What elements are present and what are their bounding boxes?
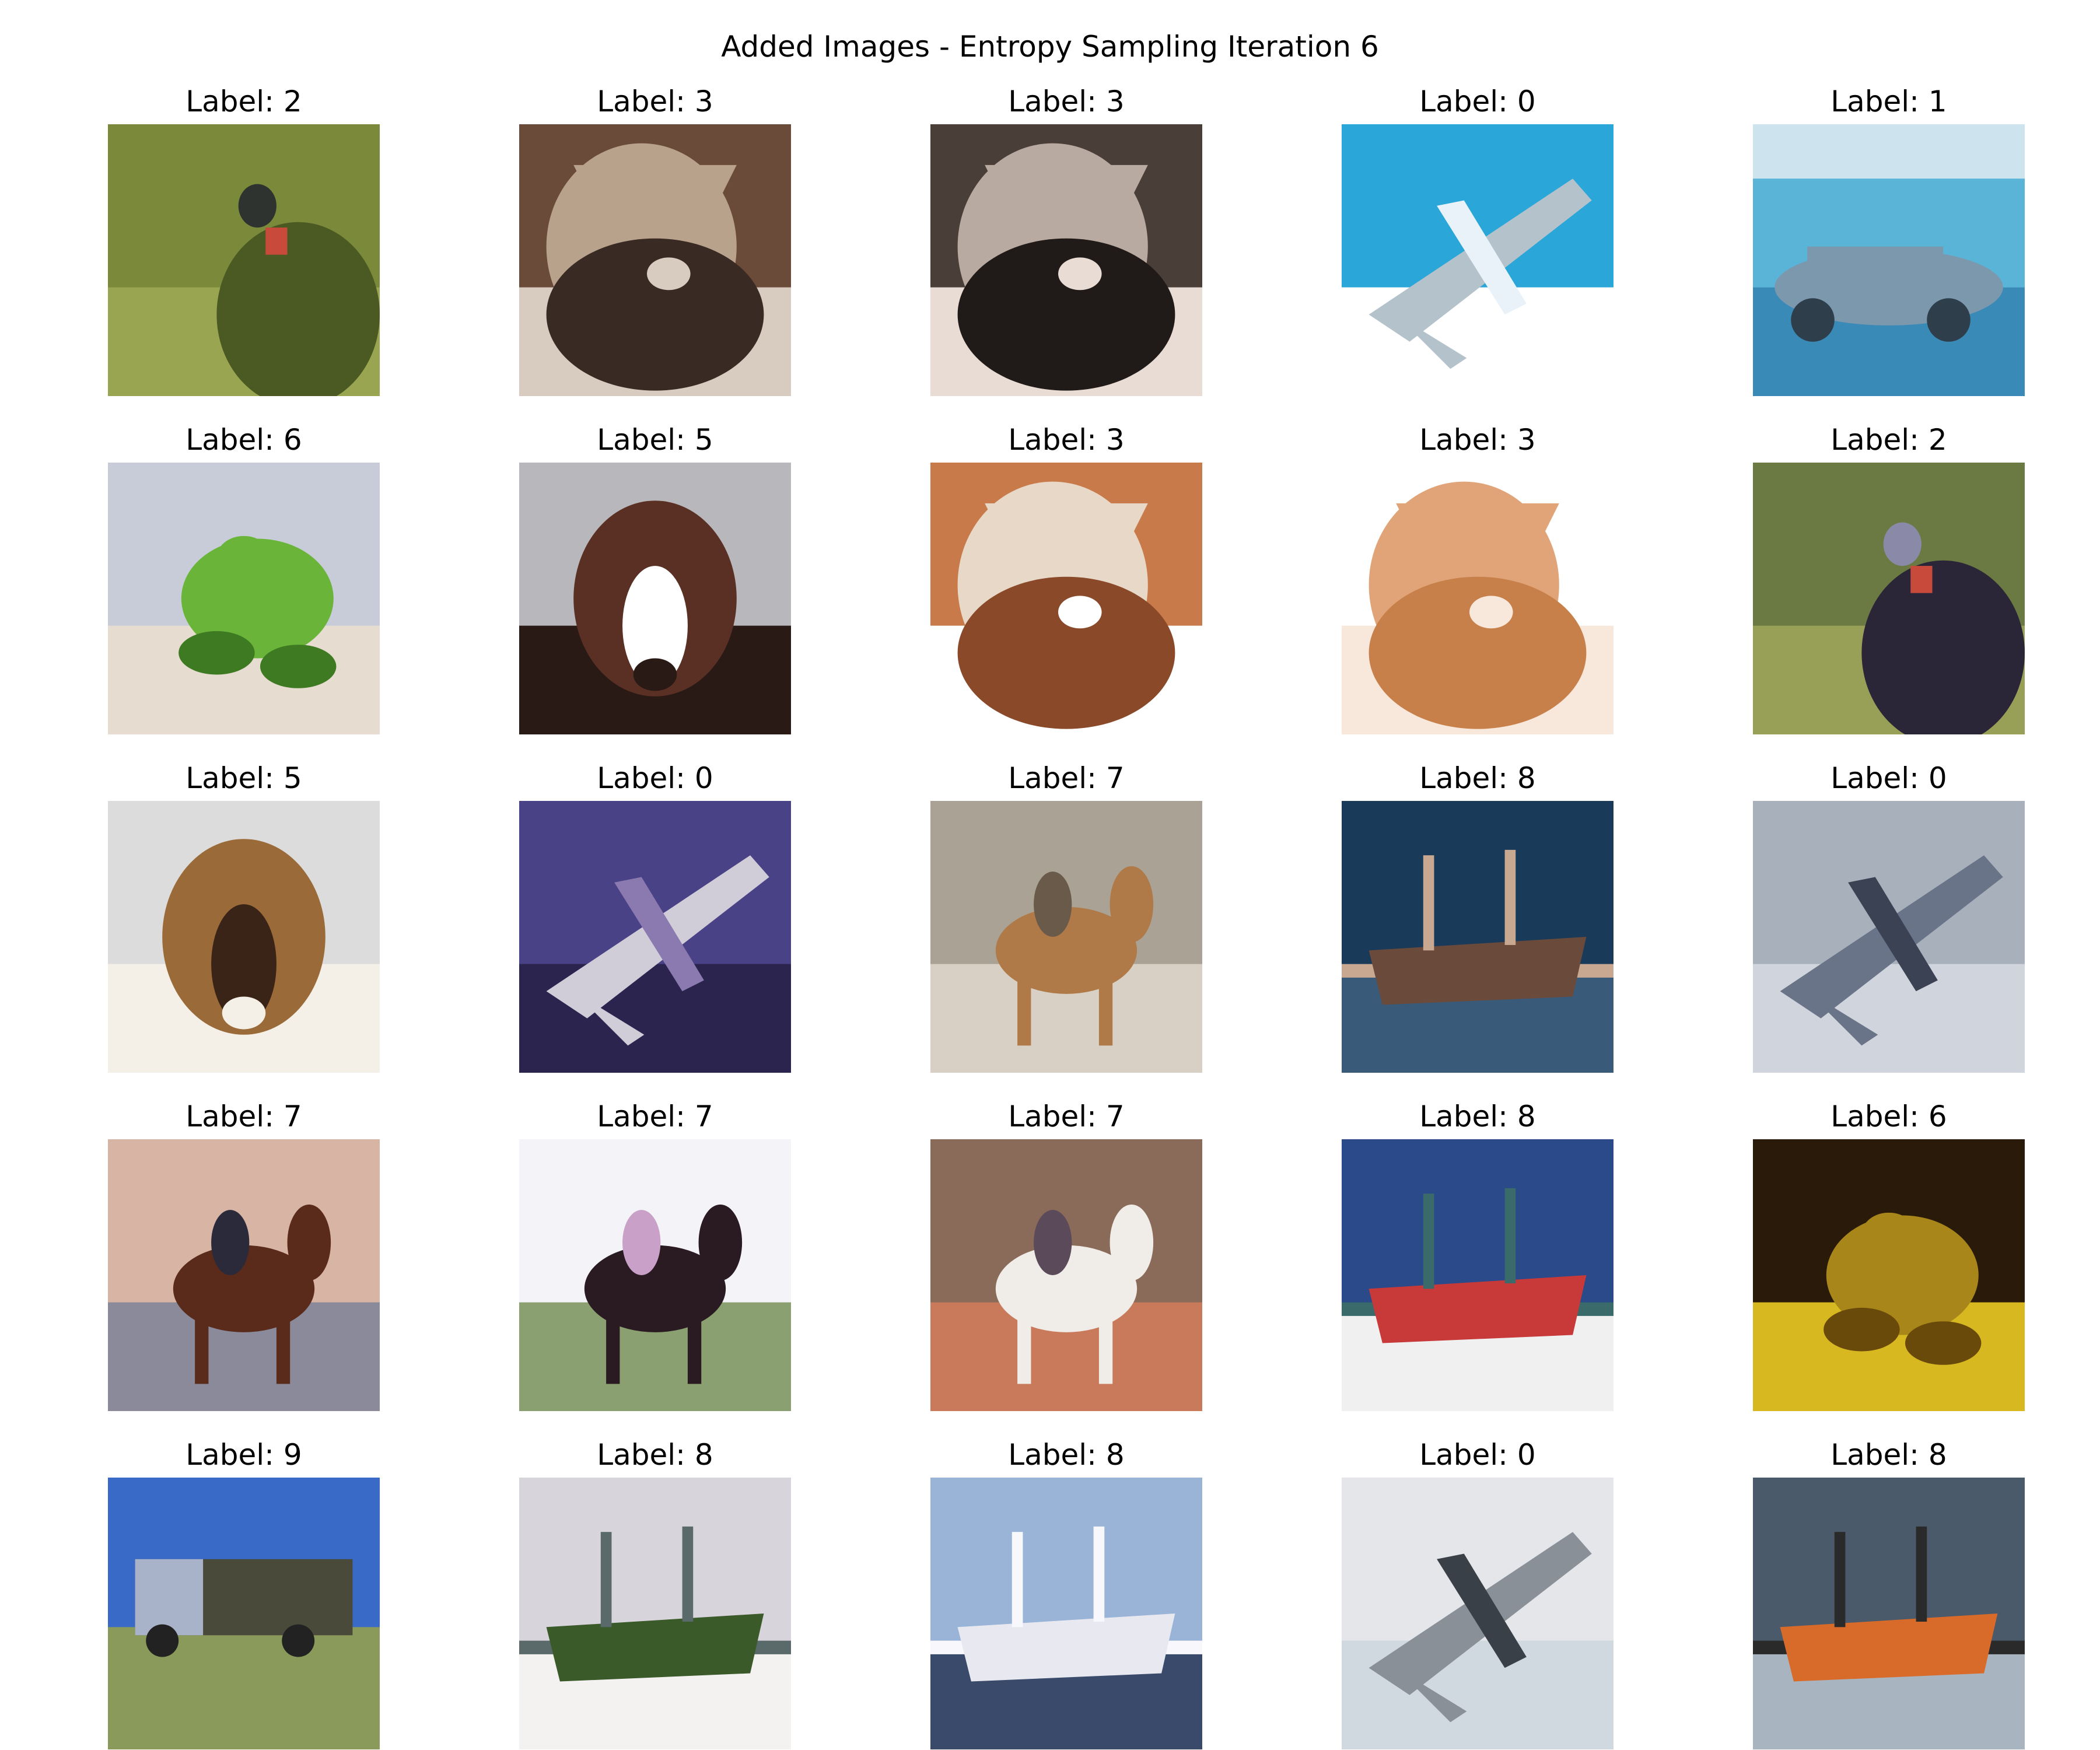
figure-title: Added Images - Entropy Sampling Iteratio… [721, 30, 1379, 64]
image-label: Label: 0 [597, 761, 713, 795]
ship-image [1342, 1139, 1614, 1411]
airplane-image [519, 801, 791, 1073]
image-label: Label: 0 [1419, 85, 1536, 118]
image-label: Label: 7 [597, 1100, 713, 1133]
image-label: Label: 5 [597, 423, 713, 457]
dog-image [519, 463, 791, 734]
airplane-image [1753, 801, 2025, 1073]
horse-image [519, 1139, 791, 1411]
image-label: Label: 8 [1008, 1438, 1125, 1472]
image-label: Label: 2 [186, 85, 302, 118]
frog-image [108, 463, 380, 734]
horse-image [930, 801, 1202, 1073]
image-label: Label: 3 [1008, 85, 1125, 118]
bird-image [1753, 463, 2025, 734]
ship-image [930, 1478, 1202, 1749]
image-label: Label: 8 [1419, 1100, 1536, 1133]
image-label: Label: 7 [1008, 1100, 1125, 1133]
image-label: Label: 8 [1831, 1438, 1947, 1472]
automobile-image [1753, 124, 2025, 396]
bird-image [108, 124, 380, 396]
image-label: Label: 0 [1831, 761, 1947, 795]
image-label: Label: 8 [1419, 761, 1536, 795]
image-label: Label: 6 [1831, 1100, 1947, 1133]
image-label: Label: 8 [597, 1438, 713, 1472]
image-label: Label: 3 [1008, 423, 1125, 457]
truck-image [108, 1478, 380, 1749]
cat-image [1342, 463, 1614, 734]
cat-image [930, 124, 1202, 396]
image-label: Label: 6 [186, 423, 302, 457]
dog-image [108, 801, 380, 1073]
image-label: Label: 3 [597, 85, 713, 118]
airplane-image [1342, 1478, 1614, 1749]
image-label: Label: 1 [1831, 85, 1947, 118]
ship-image [1342, 801, 1614, 1073]
cat-image [930, 463, 1202, 734]
image-label: Label: 2 [1831, 423, 1947, 457]
ship-image [1753, 1478, 2025, 1749]
image-label: Label: 5 [186, 761, 302, 795]
image-label: Label: 0 [1419, 1438, 1536, 1472]
horse-image [930, 1139, 1202, 1411]
cat-image [519, 124, 791, 396]
image-label: Label: 7 [1008, 761, 1125, 795]
ship-image [519, 1478, 791, 1749]
image-label: Label: 3 [1419, 423, 1536, 457]
frog-image [1753, 1139, 2025, 1411]
image-label: Label: 9 [186, 1438, 302, 1472]
airplane-image [1342, 124, 1614, 396]
image-label: Label: 7 [186, 1100, 302, 1133]
horse-image [108, 1139, 380, 1411]
